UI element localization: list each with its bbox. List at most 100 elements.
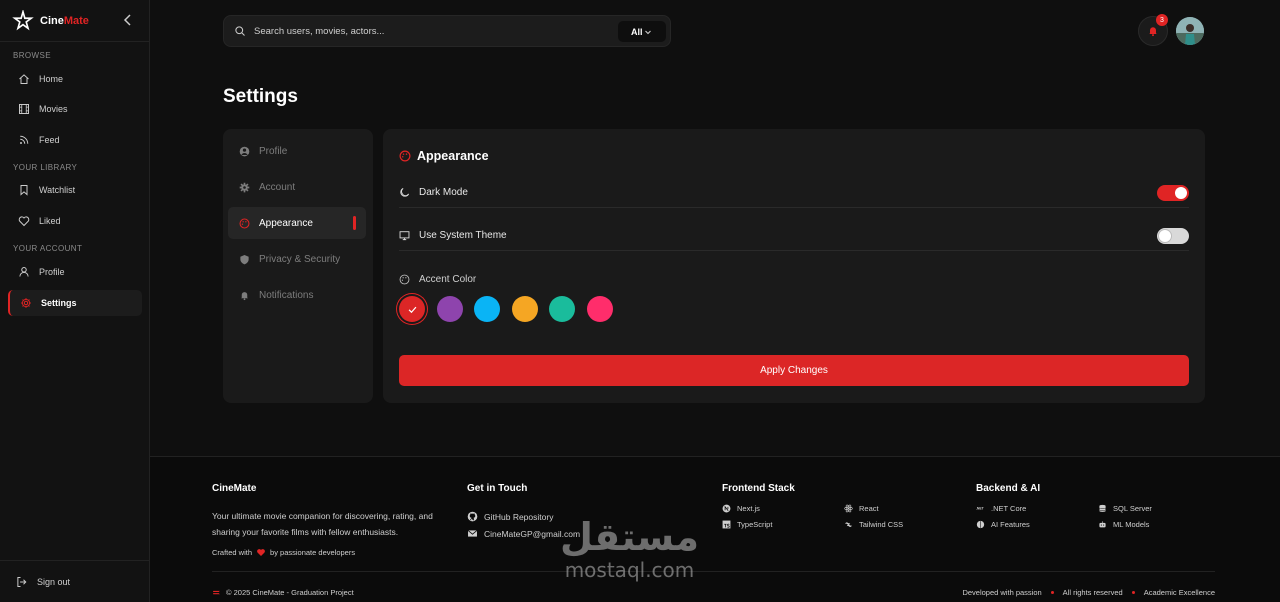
search-input[interactable] (254, 25, 604, 37)
palette-icon (399, 150, 411, 162)
robot-icon (1099, 521, 1106, 528)
heart-icon (18, 216, 30, 227)
sidebar-item-liked[interactable]: Liked (8, 208, 142, 234)
user-circle-icon (239, 146, 250, 156)
search-filter-select[interactable]: All (618, 21, 666, 42)
search-bar: All (223, 15, 671, 47)
palette-icon (239, 218, 250, 228)
footer-brand: CineMate (212, 483, 257, 494)
check-icon (408, 306, 416, 313)
signout-button[interactable]: Sign out (0, 560, 150, 602)
github-label: GitHub Repository (484, 511, 554, 522)
accent-swatch[interactable] (511, 296, 538, 322)
settings-tab-label: Account (259, 181, 296, 193)
svg-text:.NET: .NET (976, 507, 985, 511)
settings-tab-account[interactable]: Account (228, 171, 366, 203)
tech-tailwind: Tailwind CSS (844, 520, 903, 529)
brain-icon (976, 520, 985, 529)
monitor-icon (399, 231, 410, 241)
accent-swatch[interactable] (436, 296, 463, 322)
frontend-title: Frontend Stack (722, 483, 795, 494)
watermark-latin: mostaql.com (564, 558, 695, 582)
sidebar-item-watchlist[interactable]: Watchlist (8, 177, 142, 203)
typescript-icon (722, 520, 731, 529)
notifications-button[interactable]: 3 (1138, 14, 1168, 46)
tech-label: AI Features (991, 520, 1030, 529)
user-icon (19, 267, 29, 277)
footer-bottom-link: All rights reserved (1062, 588, 1123, 597)
footer-about: CineMate Your ultimate movie companion f… (212, 483, 447, 557)
brand-name: CineMate (40, 14, 89, 27)
dotnet-icon: .NET (976, 507, 985, 511)
tech-typescript: TypeScript (722, 520, 772, 529)
accent-swatches (399, 296, 624, 322)
logo-icon (12, 9, 34, 30)
tech-dotnet: .NET .NET Core (976, 504, 1026, 513)
crafted-suffix: by passionate developers (270, 548, 356, 557)
crafted-prefix: Crafted with (212, 548, 253, 557)
film-icon (19, 104, 29, 114)
sidebar-item-movies[interactable]: Movies (8, 96, 142, 122)
dark-mode-toggle[interactable] (1157, 185, 1189, 201)
sidebar-item-label: Home (39, 74, 64, 84)
chevron-left-icon[interactable] (120, 12, 136, 28)
sidebar-item-profile[interactable]: Profile (8, 259, 142, 285)
sidebar-item-settings[interactable]: Settings (8, 290, 142, 316)
sidebar-item-label: Watchlist (39, 185, 76, 195)
footer-description: Your ultimate movie companion for discov… (212, 511, 433, 537)
accent-swatch[interactable] (549, 296, 575, 322)
contact-title: Get in Touch (467, 483, 528, 494)
chevron-down-icon (645, 30, 651, 34)
sidebar: CineMate BROWSE Home Movies Feed YOUR LI… (0, 0, 150, 602)
brand[interactable]: CineMate (0, 0, 149, 42)
section-label-library: YOUR LIBRARY (13, 163, 78, 172)
tech-label: TypeScript (737, 520, 773, 529)
apply-changes-button[interactable]: Apply Changes (399, 355, 1189, 386)
system-theme-toggle[interactable] (1157, 228, 1189, 244)
accent-swatch[interactable] (474, 296, 500, 322)
sidebar-item-feed[interactable]: Feed (8, 127, 142, 153)
sidebar-item-home[interactable]: Home (8, 66, 142, 92)
rss-icon (20, 135, 29, 144)
bookmark-icon (20, 185, 28, 196)
sidebar-item-label: Movies (39, 104, 68, 114)
toggle-knob (1159, 230, 1171, 242)
toggle-knob (1175, 187, 1187, 199)
settings-tab-label: Profile (259, 145, 288, 157)
settings-tab-appearance[interactable]: Appearance (228, 207, 366, 239)
bell-icon (1149, 27, 1157, 37)
bell-icon (241, 291, 248, 300)
notification-badge: 3 (1156, 14, 1168, 26)
settings-tab-label: Notifications (259, 289, 314, 301)
tech-ml: ML Models (1098, 520, 1149, 529)
settings-tab-notifications[interactable]: Notifications (228, 279, 366, 311)
gear-icon (21, 298, 31, 308)
separator-dot (1131, 591, 1135, 594)
backend-title: Backend & AI (976, 483, 1041, 494)
avatar[interactable] (1176, 17, 1204, 45)
system-theme-row: Use System Theme (399, 221, 1189, 251)
settings-tab-profile[interactable]: Profile (228, 135, 366, 167)
mail-icon (467, 530, 478, 537)
footer-copyright: © 2025 CineMate - Graduation Project (212, 588, 354, 597)
heart-icon (257, 549, 265, 556)
search-icon (235, 26, 245, 36)
tech-react: React (844, 504, 879, 513)
separator-dot (1050, 591, 1054, 594)
avatar-image (1176, 17, 1204, 45)
settings-tab-privacy[interactable]: Privacy & Security (228, 243, 366, 275)
watermark: مستقل mostaql.com (560, 515, 699, 581)
search-filter-value: All (631, 26, 643, 37)
sidebar-item-label: Feed (39, 135, 60, 145)
gear-icon (239, 182, 250, 192)
footer-crafted: Crafted with by passionate developers (212, 548, 447, 557)
accent-swatch[interactable] (399, 296, 425, 322)
sidebar-item-label: Settings (41, 298, 77, 308)
panel-title: Appearance (399, 149, 489, 163)
active-indicator (353, 216, 356, 230)
footer-divider (212, 571, 1215, 572)
tech-label: React (859, 504, 879, 513)
signout-label: Sign out (37, 576, 71, 587)
tech-label: .NET Core (991, 504, 1027, 513)
accent-swatch[interactable] (586, 296, 613, 322)
